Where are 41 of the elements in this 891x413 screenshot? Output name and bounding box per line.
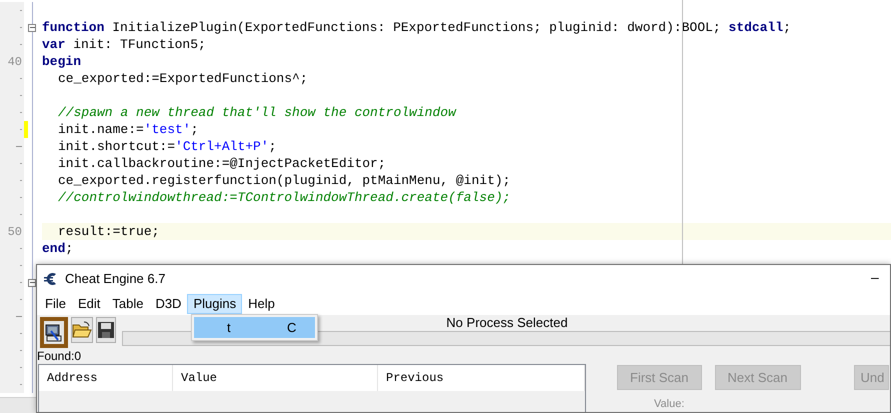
code-line: init.shortcut:='Ctrl+Alt+P'; xyxy=(58,138,276,156)
code-line: init.callbackroutine:=@InjectPacketEditor; xyxy=(58,154,386,173)
found-count: Found:0 xyxy=(37,348,82,365)
computer-icon xyxy=(44,322,64,342)
column-header[interactable]: Value xyxy=(173,365,378,391)
line-marker xyxy=(16,146,22,147)
dropdown-item[interactable]: t C xyxy=(194,317,315,338)
minimize-button[interactable]: – xyxy=(871,267,879,288)
shortcut-label: C xyxy=(287,318,296,337)
code-line: var init: TFunction5; xyxy=(42,36,206,54)
column-header[interactable]: Previous xyxy=(378,365,585,391)
menu-item[interactable]: Help xyxy=(242,294,281,314)
process-label: No Process Selected xyxy=(446,314,568,332)
menu-item[interactable]: Edit xyxy=(72,294,106,314)
code-line: begin xyxy=(42,52,82,71)
toolbar-button[interactable] xyxy=(40,317,68,348)
line-marker xyxy=(16,316,22,317)
toolbar-button[interactable] xyxy=(96,317,116,343)
line-number: 40 xyxy=(8,54,22,70)
menu-item[interactable]: Table xyxy=(106,294,150,314)
editor-scrollbar[interactable] xyxy=(0,397,36,413)
code-line: //spawn a new thread that'll show the controlwindow xyxy=(58,104,456,122)
menu-item[interactable]: Plugins xyxy=(187,294,242,314)
line-number: 50 xyxy=(8,224,22,240)
window-title: Cheat Engine 6.7 xyxy=(65,270,166,288)
code-line: ce_exported:=ExportedFunctions^; xyxy=(58,70,308,88)
menu-item[interactable]: D3D xyxy=(149,294,188,314)
app-logo-icon xyxy=(43,270,59,286)
menu-item[interactable]: File xyxy=(39,294,72,314)
code-line: ce_exported.registerfunction(pluginid, ptMainMenu, @init); xyxy=(58,172,510,190)
folder-icon xyxy=(72,321,92,339)
code-line: //controlwindowthread:=TControlwindowThread.create(false); xyxy=(58,188,510,207)
column-header[interactable]: Address xyxy=(39,365,173,391)
value-label: Value: xyxy=(654,398,684,410)
code-line: function InitializePlugin(ExportedFunctions: PExportedFunctions; pluginid: dword):BOOL; stdcall; xyxy=(42,18,791,37)
code-line: result:=true; xyxy=(58,222,160,241)
code-line: end; xyxy=(42,240,74,258)
fold-toggle[interactable] xyxy=(28,24,36,32)
code-line: init.name:='test'; xyxy=(58,120,198,139)
fold-toggle[interactable] xyxy=(28,278,36,286)
menu-item-label: t xyxy=(227,318,232,337)
